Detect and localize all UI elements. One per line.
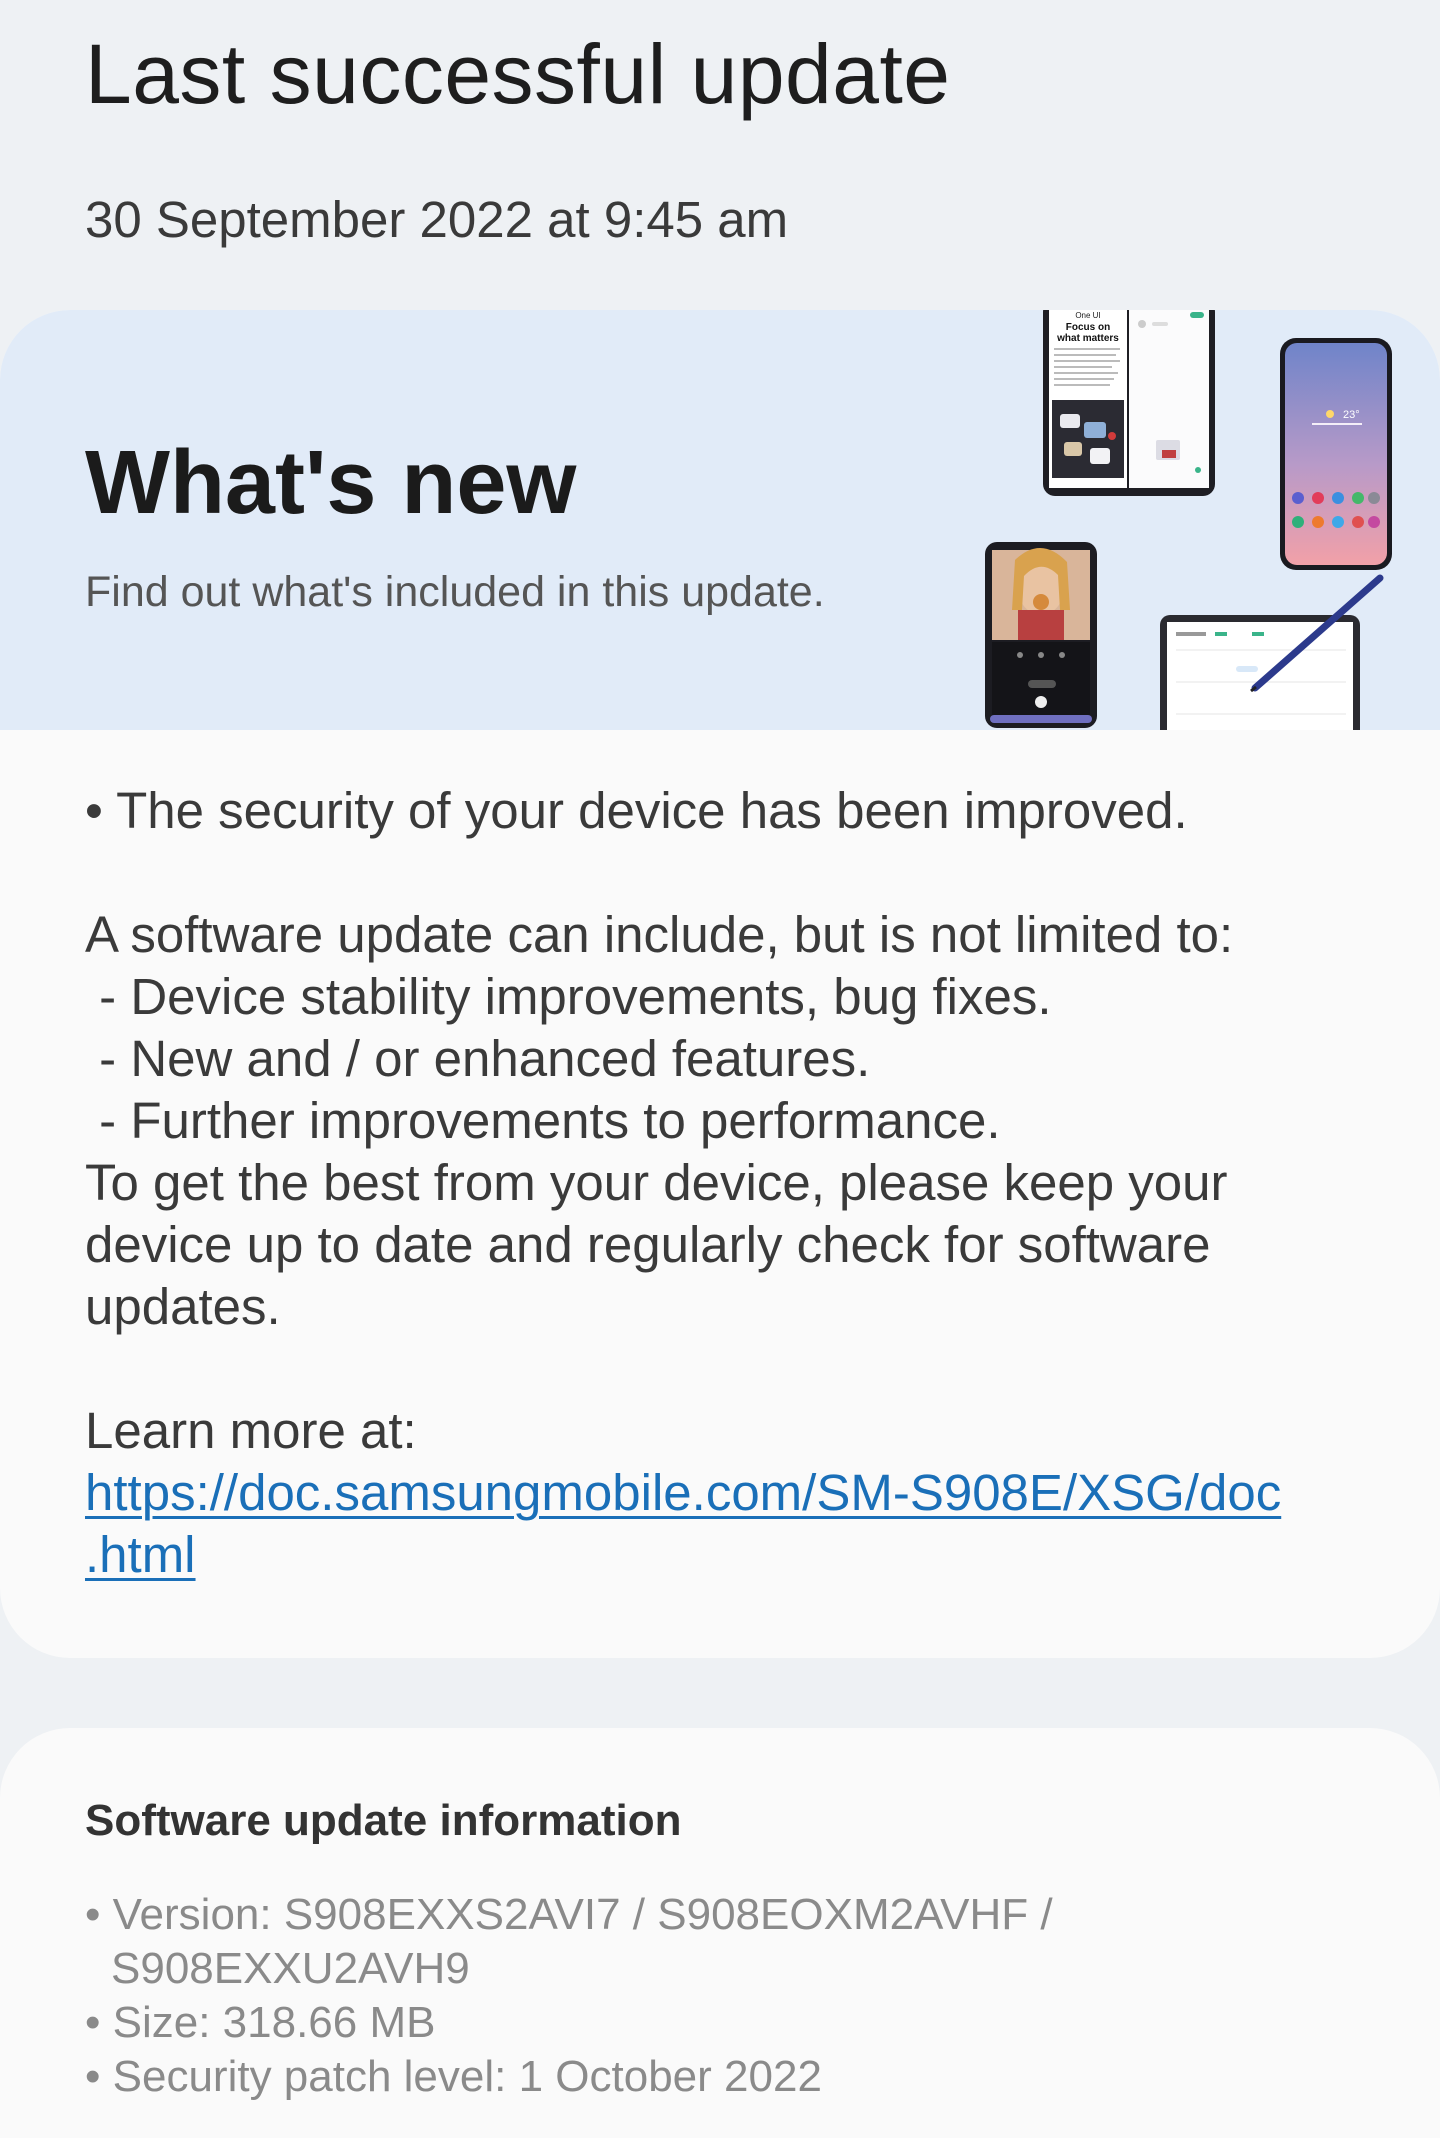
- size-info: • Size: 318.66 MB: [85, 1998, 436, 2047]
- list-item: - Further improvements to performance.: [85, 1092, 1001, 1149]
- keep-updated-text: To get the best from your device, please…: [85, 1154, 1228, 1211]
- release-notes-link[interactable]: https://doc.samsungmobile.com/SM-S908E/X…: [85, 1464, 1281, 1521]
- whats-new-details: • The security of your device has been i…: [85, 780, 1375, 1586]
- last-update-date: 30 September 2022 at 9:45 am: [85, 191, 789, 248]
- foldable-headline-2: what matters: [1056, 333, 1119, 344]
- software-info-heading: Software update information: [85, 1796, 682, 1845]
- security-bullet: • The security of your device has been i…: [85, 782, 1188, 839]
- keep-updated-text: device up to date and regularly check fo…: [85, 1216, 1211, 1273]
- software-info-list: • Version: S908EXXS2AVI7 / S908EOXM2AVHF…: [85, 1888, 1385, 2104]
- page-title: Last successful update: [85, 27, 951, 121]
- foldable-device-icon: One UI Focus on what matters: [1043, 310, 1215, 496]
- security-patch-info: • Security patch level: 1 October 2022: [85, 2052, 822, 2101]
- phone-device-icon: 23°: [1280, 338, 1392, 570]
- whats-new-title: What's new: [85, 433, 577, 533]
- release-notes-link-continued[interactable]: .html: [85, 1526, 196, 1583]
- foldable-headline-1: Focus on: [1066, 322, 1110, 333]
- software-info-card: Software update information • Version: S…: [0, 1728, 1440, 2138]
- whats-new-subtitle: Find out what's included in this update.: [85, 568, 825, 616]
- tablet-device-icon: [1160, 615, 1360, 730]
- devices-illustration: One UI Focus on what matters 23°: [985, 310, 1392, 730]
- whats-new-card: What's new Find out what's included in t…: [0, 310, 1440, 1658]
- learn-more-label: Learn more at:: [85, 1402, 417, 1459]
- list-item: - Device stability improvements, bug fix…: [85, 968, 1052, 1025]
- version-info: • Version: S908EXXS2AVI7 / S908EOXM2AVHF…: [85, 1890, 1053, 1939]
- version-info-continued: S908EXXU2AVH9: [111, 1944, 470, 1993]
- weather-temp-text: 23°: [1343, 409, 1360, 421]
- list-item: - New and / or enhanced features.: [85, 1030, 871, 1087]
- update-intro-text: A software update can include, but is no…: [85, 906, 1234, 963]
- foldable-brand-text: One UI: [1075, 311, 1100, 320]
- software-update-screen: Last successful update 30 September 2022…: [0, 0, 1440, 2138]
- keep-updated-text: updates.: [85, 1278, 281, 1335]
- flip-phone-device-icon: [985, 542, 1097, 728]
- whats-new-banner: What's new Find out what's included in t…: [0, 310, 1440, 730]
